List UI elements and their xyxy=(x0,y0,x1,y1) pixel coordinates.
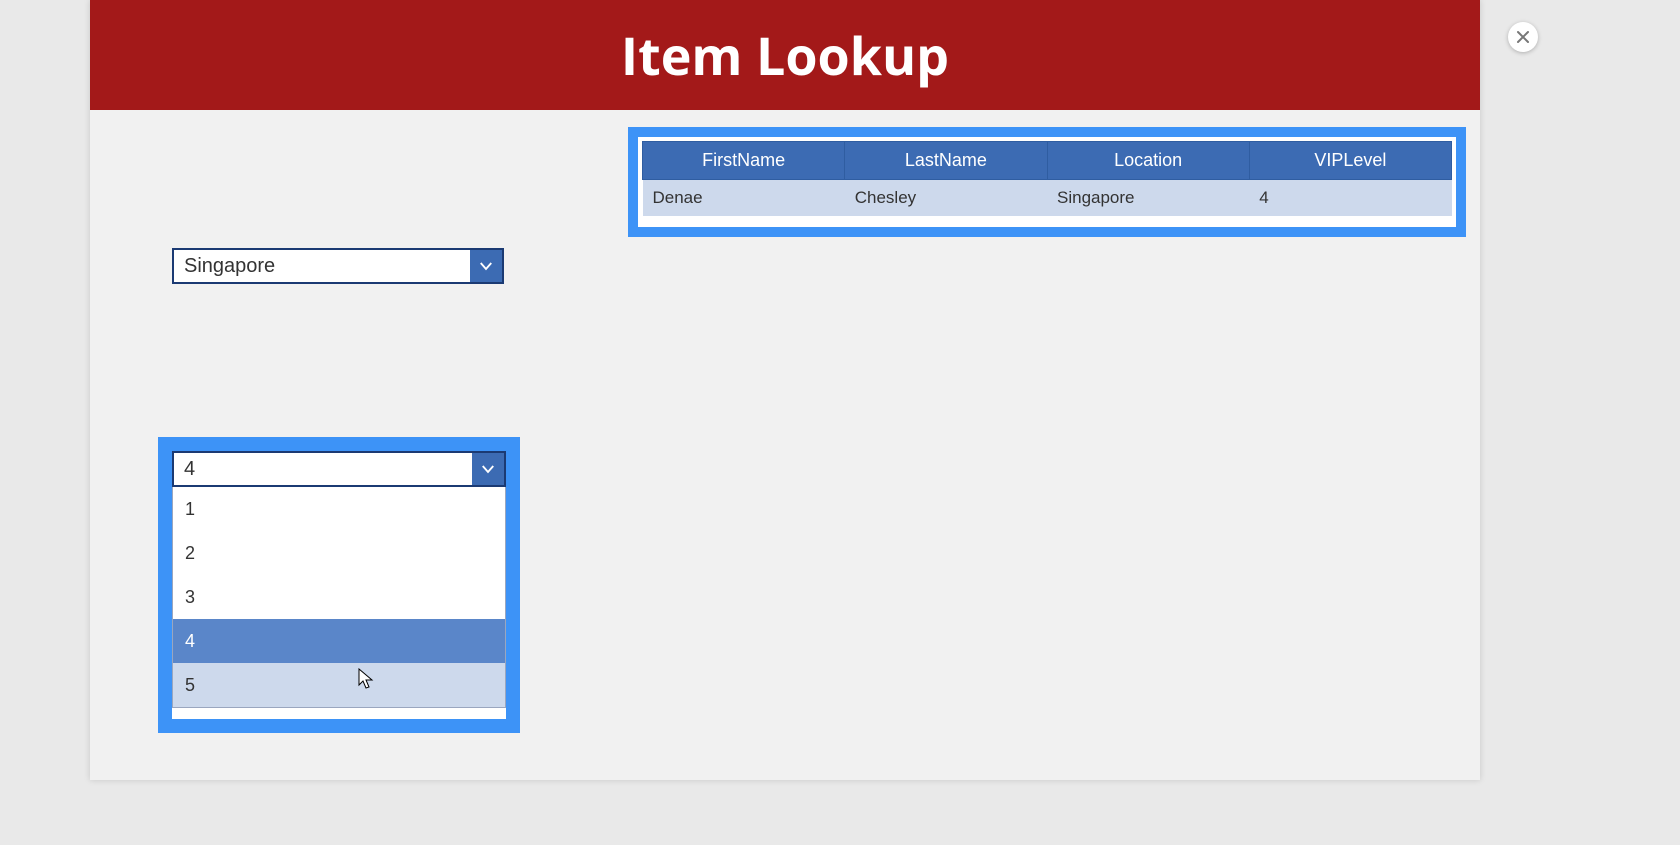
results-table-container: FirstNameLastNameLocationVIPLevel DenaeC… xyxy=(638,137,1456,227)
viplevel-option[interactable]: 5 xyxy=(173,663,505,707)
results-table: FirstNameLastNameLocationVIPLevel DenaeC… xyxy=(642,141,1452,216)
viplevel-select-value: 4 xyxy=(174,453,472,485)
viplevel-option[interactable]: 4 xyxy=(173,619,505,663)
table-body: DenaeChesleySingapore4 xyxy=(643,180,1452,217)
table-header-cell: FirstName xyxy=(643,142,845,180)
table-header-row: FirstNameLastNameLocationVIPLevel xyxy=(643,142,1452,180)
table-cell: 4 xyxy=(1249,180,1451,217)
viplevel-option[interactable]: 3 xyxy=(173,575,505,619)
viplevel-option[interactable]: 2 xyxy=(173,531,505,575)
vip-select-highlight: 4 12345 xyxy=(158,437,520,733)
location-select-value: Singapore xyxy=(174,250,470,282)
table-cell: Chesley xyxy=(845,180,1047,217)
location-select[interactable]: Singapore xyxy=(172,248,504,284)
app-canvas: Item Lookup Singapore 4 12345 FirstNameL… xyxy=(90,0,1480,780)
viplevel-option[interactable]: 1 xyxy=(173,487,505,531)
header-bar: Item Lookup xyxy=(90,0,1480,110)
table-row[interactable]: DenaeChesleySingapore4 xyxy=(643,180,1452,217)
viplevel-select[interactable]: 4 xyxy=(172,451,506,487)
chevron-down-icon xyxy=(470,250,502,282)
page-title: Item Lookup xyxy=(621,20,949,91)
table-cell: Singapore xyxy=(1047,180,1249,217)
table-header-cell: Location xyxy=(1047,142,1249,180)
table-cell: Denae xyxy=(643,180,845,217)
table-header-cell: LastName xyxy=(845,142,1047,180)
chevron-down-icon xyxy=(472,453,504,485)
results-table-highlight: FirstNameLastNameLocationVIPLevel DenaeC… xyxy=(628,127,1466,237)
viplevel-dropdown-list: 12345 xyxy=(172,487,506,708)
close-button[interactable] xyxy=(1508,22,1538,52)
vip-select-container: 4 12345 xyxy=(172,451,506,719)
table-header-cell: VIPLevel xyxy=(1249,142,1451,180)
close-icon xyxy=(1516,30,1530,44)
